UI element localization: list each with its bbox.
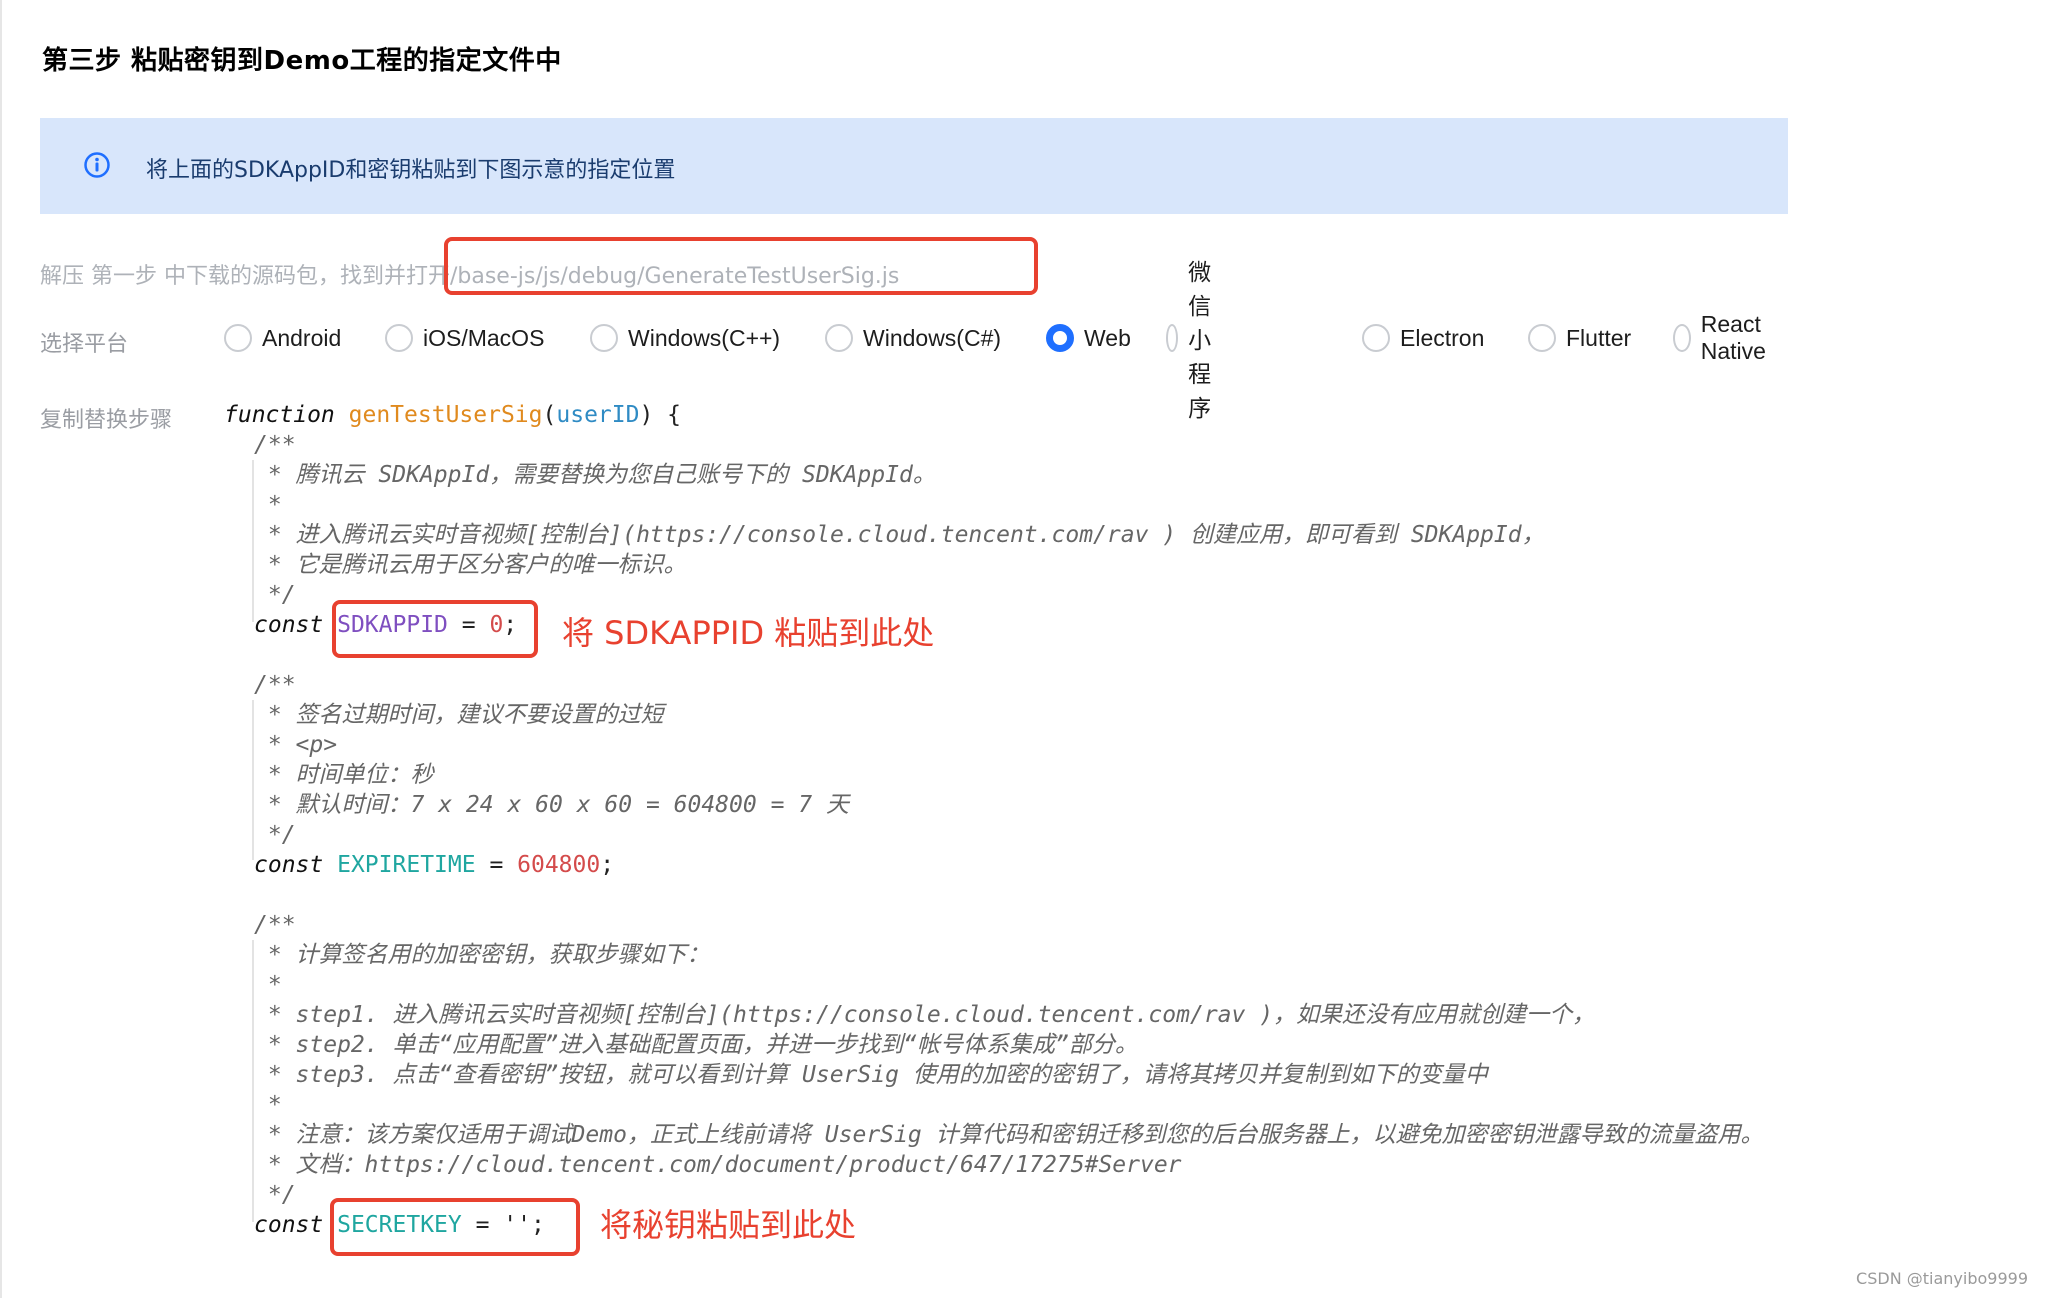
code-comment: * 默认时间：7 x 24 x 60 x 60 = 604800 = 7 天 [254, 792, 849, 818]
radio-ios-macos[interactable]: iOS/MacOS [385, 318, 544, 358]
code-comment: * [254, 1092, 282, 1118]
code-param: userID [556, 402, 640, 428]
radio-circle-selected[interactable] [1046, 324, 1074, 352]
code-keyword: const [254, 612, 324, 638]
radio-android[interactable]: Android [224, 318, 341, 358]
radio-label: Windows(C++) [628, 324, 781, 351]
radio-windows-cpp[interactable]: Windows(C++) [590, 318, 780, 358]
code-keyword: function [224, 402, 335, 428]
code-comment: * 文档：https://cloud.tencent.com/document/… [254, 1152, 1182, 1178]
platform-label: 选择平台 [40, 332, 129, 357]
info-banner: 将上面的SDKAppID和密钥粘贴到下图示意的指定位置 [40, 118, 1788, 214]
code-const-name: EXPIRETIME [337, 852, 476, 878]
radio-circle[interactable] [825, 324, 853, 352]
radio-label: 微信小程序 [1188, 259, 1212, 421]
radio-label: Android [262, 324, 342, 351]
code-comment: * 进入腾讯云实时音视频[控制台](https://console.cloud.… [254, 522, 1545, 548]
radio-electron[interactable]: Electron [1362, 318, 1484, 358]
info-icon [84, 152, 110, 178]
code-comment: * [254, 492, 282, 518]
code-comment: * [254, 972, 282, 998]
sdkappid-highlight-box [332, 600, 538, 658]
code-comment: * 计算签名用的加密密钥，获取步骤如下： [254, 942, 710, 968]
code-comment: * 时间单位：秒 [254, 762, 434, 788]
watermark: CSDN @tianyibo9999 [1856, 1269, 2028, 1288]
code-comment: * <p> [254, 732, 338, 758]
code-comment: * step2. 单击“应用配置”进入基础配置页面，并进一步找到“帐号体系集成”… [254, 1032, 1138, 1058]
radio-circle[interactable] [590, 324, 618, 352]
copy-steps-label: 复制替换步骤 [40, 408, 173, 433]
radio-react-native[interactable]: React Native [1673, 311, 1776, 364]
code-comment: * step1. 进入腾讯云实时音视频[控制台](https://console… [254, 1002, 1596, 1028]
radio-label: Flutter [1566, 324, 1632, 351]
code-punct: ; [600, 852, 615, 878]
radio-circle[interactable] [1362, 324, 1390, 352]
radio-circle[interactable] [1673, 324, 1691, 352]
code-function-name: genTestUserSig [348, 402, 543, 428]
code-line-function: function genTestUserSig(userID) { [224, 402, 682, 428]
radio-label: Web [1084, 324, 1131, 351]
code-comment: /** [254, 912, 296, 938]
radio-label: iOS/MacOS [423, 324, 545, 351]
code-comment: /** [254, 672, 296, 698]
code-comment: */ [254, 582, 296, 608]
code-comment: /** [254, 432, 296, 458]
radio-label: Electron [1400, 324, 1485, 351]
code-comment: * 签名过期时间，建议不要设置的过短 [254, 702, 664, 728]
radio-circle[interactable] [1528, 324, 1556, 352]
radio-wechat-mini-program[interactable]: 微信小程序 [1166, 259, 1227, 421]
radio-circle[interactable] [385, 324, 413, 352]
page-title: 第三步 粘贴密钥到Demo工程的指定文件中 [42, 46, 562, 76]
code-comment: * 腾讯云 SDKAppId，需要替换为您自己账号下的 SDKAppId。 [254, 462, 936, 488]
secretkey-annotation: 将秘钥粘贴到此处 [600, 1206, 857, 1244]
code-comment: */ [254, 822, 296, 848]
code-keyword: const [254, 852, 324, 878]
code-punct: ) { [639, 402, 682, 428]
radio-circle[interactable] [224, 324, 252, 352]
code-comment: * step3. 点击“查看密钥”按钮，就可以看到计算 UserSig 使用的加… [254, 1062, 1488, 1088]
code-line-expiretime: const EXPIRETIME = 604800; [254, 850, 614, 880]
radio-web[interactable]: Web [1046, 318, 1131, 358]
radio-windows-csharp[interactable]: Windows(C#) [825, 318, 1001, 358]
code-punct: = [475, 852, 518, 878]
code-comment: */ [254, 1182, 296, 1208]
code-comment: * 它是腾讯云用于区分客户的唯一标识。 [254, 552, 687, 578]
radio-flutter[interactable]: Flutter [1528, 318, 1631, 358]
radio-label: React Native [1700, 311, 1766, 364]
file-path-highlight-box [444, 237, 1038, 295]
radio-label: Windows(C#) [863, 324, 1002, 351]
info-text: 将上面的SDKAppID和密钥粘贴到下图示意的指定位置 [146, 158, 676, 183]
code-value: 604800 [517, 852, 601, 878]
radio-circle[interactable] [1166, 324, 1179, 352]
code-comment: * 注意：该方案仅适用于调试Demo，正式上线前请将 UserSig 计算代码和… [254, 1122, 1764, 1148]
sdkappid-annotation: 将 SDKAPPID 粘贴到此处 [562, 614, 935, 652]
secretkey-highlight-box [330, 1198, 580, 1256]
code-keyword: const [254, 1212, 324, 1238]
